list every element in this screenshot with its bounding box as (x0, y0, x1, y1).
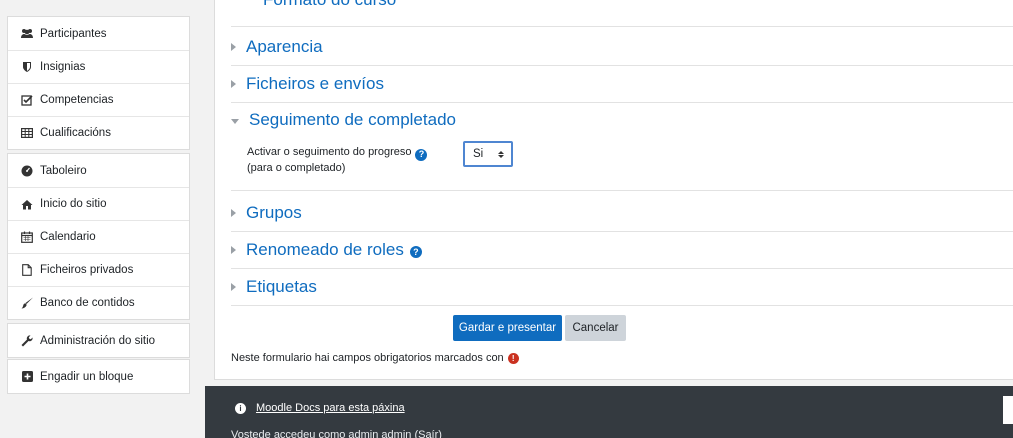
admin-nav-block: Administración do sitio (7, 323, 190, 358)
section-files: Ficheiros e envíos (231, 66, 1013, 103)
calendar-icon (19, 231, 35, 243)
wrench-icon (19, 334, 35, 347)
section-tags: Etiquetas (231, 269, 1013, 306)
add-block-nav-block: Engadir un bloque (7, 359, 190, 394)
sidebar-item-label: Cualificacións (40, 127, 111, 139)
sidebar-item-private-files[interactable]: Ficheiros privados (8, 253, 189, 286)
section-completion-toggle[interactable]: Seguimento de completado (231, 103, 1013, 137)
sidebar-item-badges[interactable]: Insignias (8, 50, 189, 83)
completion-label-line1: Activar o seguimento do progreso (247, 146, 412, 158)
file-icon (19, 264, 35, 276)
moodle-docs-link[interactable]: i Moodle Docs para esta páxina (235, 402, 405, 414)
section-completion: Seguimento de completado Activar o segui… (231, 103, 1013, 191)
add-block-button[interactable]: Engadir un bloque (8, 360, 189, 393)
section-role-renaming-toggle[interactable]: Renomeado de roles ? (231, 232, 1013, 268)
course-nav-block: Participantes Insignias Competencias Cua… (7, 16, 190, 150)
required-icon: ! (507, 352, 519, 364)
home-icon (19, 199, 35, 210)
section-role-renaming: Renomeado de roles ? (231, 232, 1013, 269)
required-fields-note: Neste formulario hai campos obrigatorios… (231, 352, 519, 364)
paintbrush-icon (19, 297, 35, 309)
cancel-button[interactable]: Cancelar (565, 315, 626, 341)
section-role-renaming-title[interactable]: Renomeado de roles (246, 240, 404, 260)
section-files-title[interactable]: Ficheiros e envíos (246, 74, 384, 94)
select-arrows-icon (498, 150, 504, 158)
table-icon (19, 128, 35, 138)
left-sidebar: Participantes Insignias Competencias Cua… (0, 0, 205, 438)
caret-right-icon (231, 80, 236, 88)
section-files-toggle[interactable]: Ficheiros e envíos (231, 66, 1013, 102)
section-tags-toggle[interactable]: Etiquetas (231, 269, 1013, 305)
caret-right-icon (231, 283, 236, 291)
info-icon: i (235, 402, 246, 414)
sidebar-item-label: Taboleiro (40, 164, 87, 177)
section-groups: Grupos (231, 195, 1013, 232)
required-note-text: Neste formulario hai campos obrigatorios… (231, 352, 504, 364)
sidebar-item-label: Participantes (40, 27, 107, 40)
save-and-display-button[interactable]: Gardar e presentar (453, 315, 562, 341)
help-icon[interactable]: ? (415, 148, 428, 161)
section-groups-title[interactable]: Grupos (246, 203, 302, 223)
sidebar-item-label: Calendario (40, 231, 96, 243)
sidebar-item-site-home[interactable]: Inicio do sitio (8, 187, 189, 220)
section-appearance-title[interactable]: Aparencia (246, 37, 323, 57)
dashboard-icon (19, 165, 35, 177)
section-appearance-toggle[interactable]: Aparencia (231, 29, 1013, 65)
section-tags-title[interactable]: Etiquetas (246, 277, 317, 297)
site-nav-block: Taboleiro Inicio do sitio Calendario Fic… (7, 153, 190, 320)
sidebar-item-label: Ficheiros privados (40, 264, 134, 276)
page-footer: i Moodle Docs para esta páxina Vostede a… (205, 386, 1013, 438)
login-info: Vostede accedeu como admin admin (Saír) (231, 429, 442, 438)
sidebar-item-competencies[interactable]: Competencias (8, 83, 189, 116)
completion-label-line2: (para o completado) (247, 161, 346, 174)
sidebar-item-calendar[interactable]: Calendario (8, 220, 189, 253)
sidebar-item-label: Insignias (40, 61, 86, 73)
section-appearance: Aparencia (231, 29, 1013, 66)
sidebar-item-label: Competencias (40, 94, 114, 106)
sidebar-item-label: Administración do sitio (40, 334, 156, 347)
plus-square-icon (19, 371, 35, 382)
caret-down-icon (231, 118, 239, 124)
sidebar-item-content-bank[interactable]: Banco de contidos (8, 286, 189, 319)
section-groups-toggle[interactable]: Grupos (231, 195, 1013, 231)
users-icon (19, 28, 35, 39)
sidebar-item-label: Inicio do sitio (40, 198, 107, 210)
completion-tracking-select[interactable]: Si (463, 141, 513, 167)
sidebar-item-label: Banco de contidos (40, 297, 135, 309)
sidebar-item-site-admin[interactable]: Administración do sitio (8, 324, 189, 357)
moodle-docs-link-text[interactable]: Moodle Docs para esta páxina (256, 402, 405, 414)
section-course-format-title[interactable]: Formato do curso (263, 0, 396, 10)
caret-right-icon (231, 209, 236, 217)
sidebar-item-grades[interactable]: Cualificacións (8, 116, 189, 149)
shield-icon (19, 61, 35, 73)
caret-right-icon (231, 43, 236, 51)
sidebar-item-participants[interactable]: Participantes (8, 17, 189, 50)
caret-right-icon (231, 246, 236, 254)
completion-tracking-value: Si (473, 148, 484, 160)
help-icon[interactable]: ? (409, 245, 422, 258)
section-completion-title[interactable]: Seguimento de completado (249, 110, 456, 130)
course-settings-form: Formato do curso Aparencia Ficheiros e e… (214, 0, 1013, 380)
footer-edge-button[interactable] (1003, 396, 1013, 424)
section-course-format[interactable]: Formato do curso (231, 0, 1013, 27)
checkbox-icon (19, 94, 35, 106)
sidebar-item-label: Engadir un bloque (40, 370, 134, 383)
completion-field-label: Activar o seguimento do progreso? (para … (247, 145, 428, 176)
sidebar-item-dashboard[interactable]: Taboleiro (8, 154, 189, 187)
